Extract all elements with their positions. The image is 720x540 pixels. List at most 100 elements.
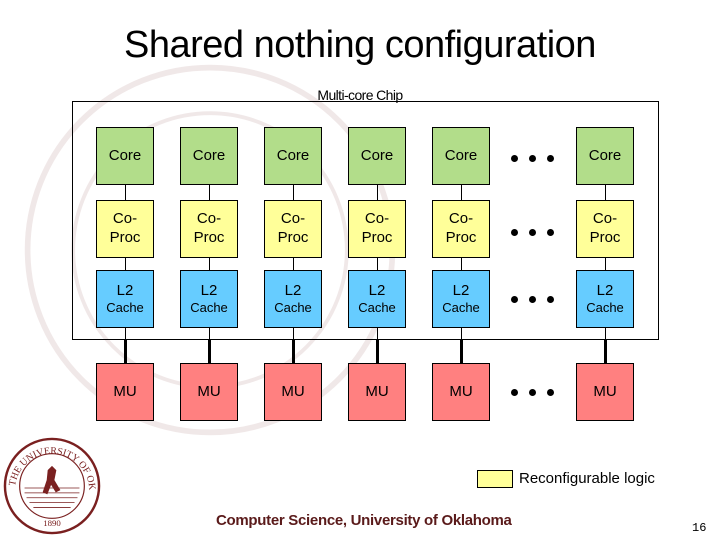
core-coproc-connector (292, 185, 294, 200)
l2-cache-label: Cache (106, 300, 144, 316)
core-box: Core (432, 127, 490, 185)
l2-frame-connector (208, 328, 210, 340)
coproc-label: Proc (277, 229, 309, 246)
legend-label: Reconfigurable logic (519, 470, 655, 487)
coproc-l2-connector (460, 258, 462, 270)
memory-unit-box: MU (264, 363, 322, 421)
mu-label: MU (449, 382, 473, 400)
memory-bus-arrow (603, 340, 607, 363)
mu-label: MU (593, 382, 617, 400)
core-label: Core (360, 146, 394, 164)
coproc-box: Co- Proc (96, 200, 154, 258)
ellipsis-dot (528, 154, 536, 162)
l2-cache-box: L2 Cache (576, 270, 634, 328)
l2-cache-label: Cache (190, 300, 228, 316)
coproc-label: Proc (589, 229, 621, 246)
core-coproc-connector (460, 185, 462, 200)
coproc-label: Proc (193, 229, 225, 246)
coproc-box: Co- Proc (264, 200, 322, 258)
l2-cache-label: Cache (442, 300, 480, 316)
coproc-label: Co- (364, 210, 390, 228)
page-number: 16 (692, 521, 707, 535)
ellipsis-dot (528, 295, 536, 303)
ellipsis-dot (546, 154, 554, 162)
memory-bus-arrow (459, 340, 463, 363)
footer-text: Computer Science, University of Oklahoma (216, 512, 512, 529)
ellipsis-dot (546, 388, 554, 396)
core-coproc-connector (208, 185, 210, 200)
core-box: Core (576, 127, 634, 185)
ellipsis-dot (510, 388, 518, 396)
l2-frame-connector (604, 328, 606, 340)
core-label: Core (588, 146, 622, 164)
memory-bus-arrow (207, 340, 211, 363)
l2-frame-connector (292, 328, 294, 340)
core-box: Core (180, 127, 238, 185)
core-box: Core (264, 127, 322, 185)
core-label: Core (192, 146, 226, 164)
memory-unit-box: MU (576, 363, 634, 421)
core-coproc-connector (604, 185, 606, 200)
l2-cache-label: L2 (116, 281, 134, 299)
memory-unit-box: MU (180, 363, 238, 421)
coproc-l2-connector (124, 258, 126, 270)
memory-unit-box: MU (96, 363, 154, 421)
core-label: Core (108, 146, 142, 164)
coproc-label: Co- (196, 210, 222, 228)
l2-cache-label: L2 (596, 281, 614, 299)
memory-bus-arrow (291, 340, 295, 363)
l2-cache-box: L2 Cache (432, 270, 490, 328)
memory-bus-arrow (375, 340, 379, 363)
coproc-l2-connector (604, 258, 606, 270)
l2-frame-connector (376, 328, 378, 340)
memory-unit-box: MU (432, 363, 490, 421)
ellipsis-dot (528, 388, 536, 396)
ellipsis-dot (510, 228, 518, 236)
l2-cache-label: Cache (358, 300, 396, 316)
university-seal-logo: THE UNIVERSITY OF OKLAHOMA 1890 (3, 437, 101, 535)
ellipsis-dot (528, 228, 536, 236)
l2-cache-label: Cache (274, 300, 312, 316)
l2-cache-box: L2 Cache (180, 270, 238, 328)
l2-cache-box: L2 Cache (348, 270, 406, 328)
ellipsis-dot (546, 228, 554, 236)
l2-frame-connector (124, 328, 126, 340)
l2-cache-box: L2 Cache (96, 270, 154, 328)
memory-bus-arrow (123, 340, 127, 363)
slide-title: Shared nothing configuration (124, 24, 596, 66)
core-box: Core (96, 127, 154, 185)
coproc-l2-connector (292, 258, 294, 270)
seal-year: 1890 (43, 518, 61, 528)
coproc-box: Co- Proc (180, 200, 238, 258)
ellipsis-dot (510, 154, 518, 162)
l2-cache-label: L2 (200, 281, 218, 299)
l2-frame-connector (460, 328, 462, 340)
coproc-label: Proc (445, 229, 477, 246)
coproc-box: Co- Proc (432, 200, 490, 258)
l2-cache-label: Cache (586, 300, 624, 316)
coproc-box: Co- Proc (576, 200, 634, 258)
ellipsis-dot (546, 295, 554, 303)
mu-label: MU (113, 382, 137, 400)
coproc-box: Co- Proc (348, 200, 406, 258)
coproc-label: Co- (112, 210, 138, 228)
l2-cache-label: L2 (452, 281, 470, 299)
core-label: Core (276, 146, 310, 164)
l2-cache-box: L2 Cache (264, 270, 322, 328)
coproc-l2-connector (376, 258, 378, 270)
core-box: Core (348, 127, 406, 185)
coproc-label: Proc (109, 229, 141, 246)
legend-swatch-reconfigurable (477, 470, 513, 488)
core-coproc-connector (124, 185, 126, 200)
l2-cache-label: L2 (284, 281, 302, 299)
coproc-l2-connector (208, 258, 210, 270)
coproc-label: Co- (280, 210, 306, 228)
mu-label: MU (281, 382, 305, 400)
coproc-label: Co- (448, 210, 474, 228)
coproc-label: Proc (361, 229, 393, 246)
core-coproc-connector (376, 185, 378, 200)
coproc-label: Co- (592, 210, 618, 228)
memory-unit-box: MU (348, 363, 406, 421)
core-label: Core (444, 146, 478, 164)
mu-label: MU (197, 382, 221, 400)
